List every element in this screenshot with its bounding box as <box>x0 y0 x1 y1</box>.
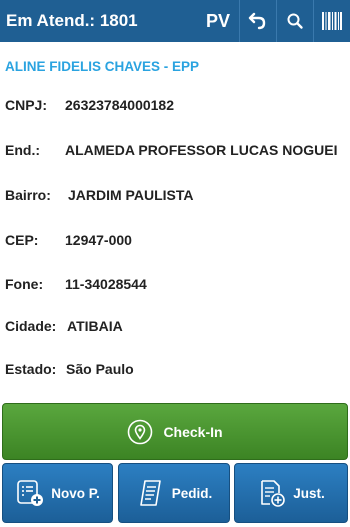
new-order-button[interactable]: Novo P. <box>2 463 113 523</box>
cep-value: 12947-000 <box>65 232 132 248</box>
field-label: Fone: <box>5 276 44 292</box>
location-pin-icon <box>127 419 153 445</box>
cnpj-row: CNPJ: 26323784000182 <box>5 97 174 113</box>
neighborhood-row: Bairro: JARDIM PAULISTA <box>5 187 193 203</box>
undo-icon <box>248 11 268 31</box>
barcode-icon <box>321 11 343 31</box>
field-label: End.: <box>5 142 40 158</box>
cep-row: CEP: 12947-000 <box>5 232 132 248</box>
receipt-icon <box>136 478 166 508</box>
field-label: CNPJ: <box>5 97 48 113</box>
undo-button[interactable] <box>239 0 276 42</box>
top-bar: Em Atend.: 1801 PV <box>0 0 350 42</box>
city-row: Cidade: ATIBAIA <box>5 318 123 334</box>
search-button[interactable] <box>276 0 313 42</box>
new-order-icon <box>15 478 45 508</box>
search-icon <box>286 12 304 30</box>
checkin-label: Check-In <box>163 423 223 440</box>
field-label: Estado: <box>5 361 57 377</box>
city-value: ATIBAIA <box>67 318 123 334</box>
phone-value: 11-34028544 <box>65 276 147 292</box>
new-order-label: Novo P. <box>51 485 100 501</box>
state-row: Estado: São Paulo <box>5 361 134 377</box>
justify-label: Just. <box>293 485 325 501</box>
field-label: Cidade: <box>5 318 57 334</box>
field-label: CEP: <box>5 232 39 248</box>
address-value: ALAMEDA PROFESSOR LUCAS NOGUEI <box>65 142 338 158</box>
attendance-title: Em Atend.: 1801 <box>6 11 138 30</box>
orders-button[interactable]: Pedid. <box>118 463 230 523</box>
justify-button[interactable]: Just. <box>234 463 348 523</box>
state-value: São Paulo <box>66 361 134 377</box>
client-name: ALINE FIDELIS CHAVES - EPP <box>5 59 200 74</box>
field-label: Bairro: <box>5 187 51 203</box>
barcode-button[interactable] <box>313 0 350 42</box>
pv-mode-label[interactable]: PV <box>197 0 239 42</box>
address-row: End.: ALAMEDA PROFESSOR LUCAS NOGUEI <box>5 142 338 158</box>
orders-label: Pedid. <box>171 485 213 501</box>
phone-row: Fone: 11-34028544 <box>5 276 147 292</box>
neighborhood-value: JARDIM PAULISTA <box>68 187 194 203</box>
cnpj-value: 26323784000182 <box>65 97 175 113</box>
checkin-button[interactable]: Check-In <box>2 403 348 460</box>
add-document-icon <box>257 478 287 508</box>
